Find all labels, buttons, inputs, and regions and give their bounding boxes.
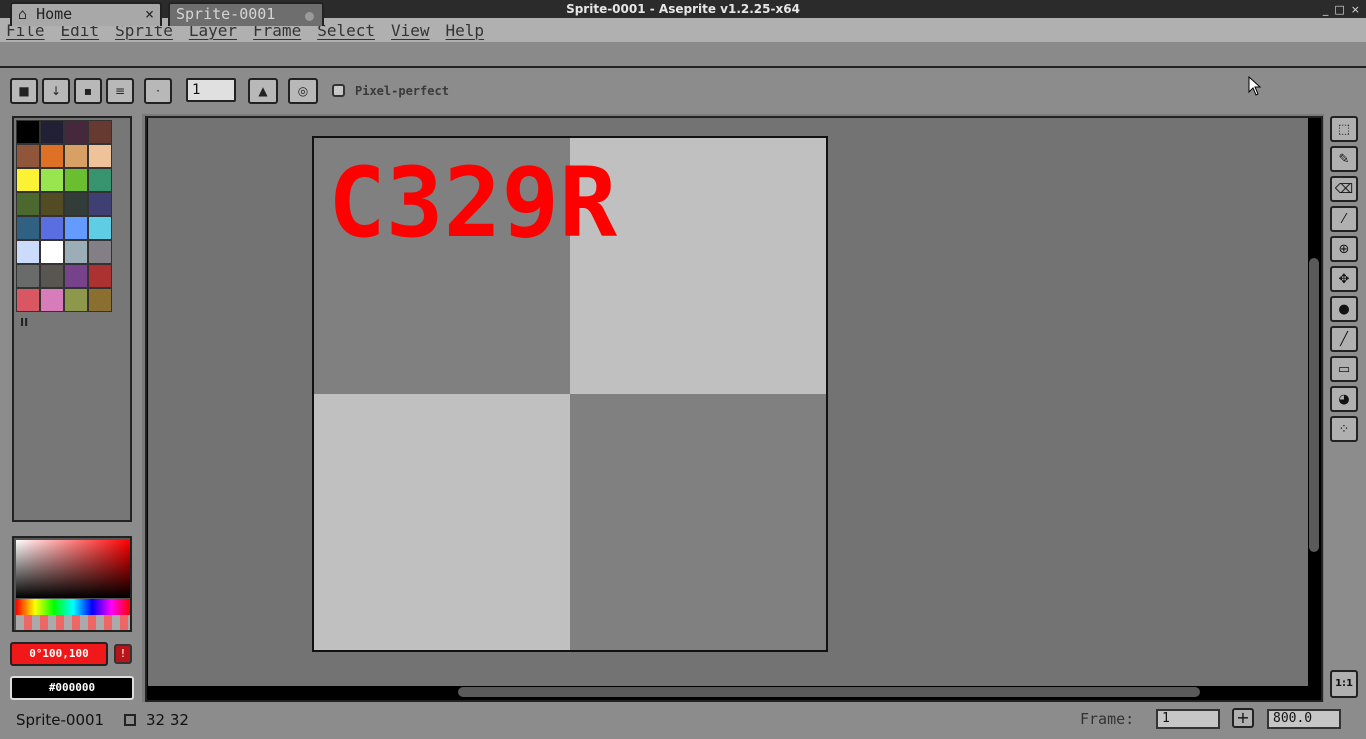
- palette-swatch[interactable]: [88, 288, 112, 312]
- palette-swatch[interactable]: [16, 168, 40, 192]
- pixel-perfect-checkbox[interactable]: [332, 84, 345, 97]
- palette-swatch[interactable]: [40, 216, 64, 240]
- palette-pause-icon[interactable]: II: [20, 316, 28, 329]
- paint-bucket-icon[interactable]: ●: [1330, 296, 1358, 322]
- marquee-icon[interactable]: ⬚: [1330, 116, 1358, 142]
- hue-slider[interactable]: [16, 599, 130, 615]
- zoom-icon[interactable]: ⊕: [1330, 236, 1358, 262]
- sprite-canvas[interactable]: C329R: [312, 136, 828, 652]
- zoom-input[interactable]: 800.0: [1267, 709, 1341, 729]
- maximize-button[interactable]: □: [1334, 3, 1344, 16]
- zoom-1-1-button[interactable]: 1:1: [1330, 670, 1358, 698]
- palette-swatch[interactable]: [40, 264, 64, 288]
- pressure-icon[interactable]: ◎: [288, 78, 318, 104]
- pencil-icon[interactable]: ✎: [1330, 146, 1358, 172]
- tab-sprite-label: Sprite-0001: [176, 5, 276, 23]
- dot-brush-icon[interactable]: ·: [144, 78, 172, 104]
- palette-swatch[interactable]: [40, 240, 64, 264]
- palette-swatch[interactable]: [40, 144, 64, 168]
- palette-swatch[interactable]: [40, 168, 64, 192]
- palette-swatch[interactable]: [16, 144, 40, 168]
- frame-label: Frame:: [1080, 710, 1135, 728]
- tab-sprite[interactable]: Sprite-0001: [168, 2, 324, 26]
- status-bar: Sprite-0001 32 32 Frame: 1 + 800.0: [0, 702, 1366, 739]
- brush-size-input[interactable]: 1: [186, 78, 236, 102]
- close-tab-icon[interactable]: ×: [145, 4, 154, 24]
- palette-swatch[interactable]: [16, 192, 40, 216]
- mouse-cursor-icon: [1248, 76, 1262, 96]
- menu-select[interactable]: Select: [317, 21, 375, 40]
- palette-swatch[interactable]: [64, 144, 88, 168]
- palette-swatch[interactable]: [16, 240, 40, 264]
- home-icon: ⌂: [18, 5, 28, 23]
- palette-swatch[interactable]: [64, 120, 88, 144]
- palette-swatch[interactable]: [64, 168, 88, 192]
- lines-icon[interactable]: ≡: [106, 78, 134, 104]
- ink-icon[interactable]: ▲: [248, 78, 278, 104]
- palette-swatch[interactable]: [64, 216, 88, 240]
- tab-bar: [0, 42, 1366, 68]
- add-frame-button[interactable]: +: [1232, 708, 1254, 728]
- palette-swatch[interactable]: [40, 288, 64, 312]
- minimize-button[interactable]: _: [1323, 3, 1329, 16]
- palette-swatch[interactable]: [64, 240, 88, 264]
- eraser-icon[interactable]: ⌫: [1330, 176, 1358, 202]
- tab-home[interactable]: ⌂ Home ×: [10, 2, 162, 26]
- alpha-slider[interactable]: [16, 615, 130, 630]
- palette-swatch[interactable]: [16, 120, 40, 144]
- window-title: Sprite-0001 - Aseprite v1.2.25-x64: [566, 2, 800, 16]
- tab-home-label: Home: [36, 5, 73, 23]
- status-sprite-name: Sprite-0001: [16, 711, 105, 729]
- palette-swatch[interactable]: [64, 264, 88, 288]
- palette-swatch[interactable]: [88, 144, 112, 168]
- contour-icon[interactable]: ◕: [1330, 386, 1358, 412]
- line-icon[interactable]: ╱: [1330, 326, 1358, 352]
- saturation-value-field[interactable]: [16, 540, 130, 598]
- menu-help[interactable]: Help: [446, 21, 485, 40]
- palette-swatch[interactable]: [88, 192, 112, 216]
- palette: [12, 116, 132, 522]
- foreground-color-button[interactable]: 0°100,100: [10, 642, 108, 666]
- palette-swatch[interactable]: [88, 120, 112, 144]
- palette-swatch[interactable]: [88, 264, 112, 288]
- pixel-text: C329R: [328, 147, 617, 259]
- window-controls: _ □ ×: [1323, 0, 1360, 18]
- warning-icon[interactable]: !: [114, 644, 132, 664]
- move-icon[interactable]: ✥: [1330, 266, 1358, 292]
- menu-view[interactable]: View: [391, 21, 430, 40]
- background-color-button[interactable]: #000000: [10, 676, 134, 700]
- palette-swatch[interactable]: [88, 216, 112, 240]
- palette-swatch[interactable]: [16, 216, 40, 240]
- spray-icon[interactable]: ⁘: [1330, 416, 1358, 442]
- palette-swatch[interactable]: [88, 240, 112, 264]
- modified-dot-icon[interactable]: [305, 12, 314, 21]
- eyedropper-icon[interactable]: ⁄: [1330, 206, 1358, 232]
- palette-swatch[interactable]: [16, 264, 40, 288]
- horizontal-scrollbar[interactable]: [458, 687, 1200, 697]
- pixel-art-layer: C329R: [328, 147, 617, 259]
- frame-input[interactable]: 1: [1156, 709, 1220, 729]
- palette-swatch[interactable]: [40, 192, 64, 216]
- lock-icon[interactable]: ■: [10, 78, 38, 104]
- palette-swatch[interactable]: [88, 168, 112, 192]
- rectangle-icon[interactable]: ▭: [1330, 356, 1358, 382]
- palette-swatch[interactable]: [40, 120, 64, 144]
- close-window-button[interactable]: ×: [1351, 3, 1360, 16]
- canvas-size-icon: [124, 714, 136, 726]
- palette-swatch[interactable]: [16, 288, 40, 312]
- arrow-down-icon[interactable]: ↓: [42, 78, 70, 104]
- palette-swatch[interactable]: [64, 192, 88, 216]
- color-picker: [12, 536, 132, 632]
- palette-swatch[interactable]: [64, 288, 88, 312]
- square-brush-icon[interactable]: ▪: [74, 78, 102, 104]
- pixel-perfect-label: Pixel-perfect: [355, 84, 449, 98]
- status-dimensions: 32 32: [146, 711, 189, 729]
- context-toolbar: ■ ↓ ▪ ≡ · 1 ▲ ◎ Pixel-perfect: [0, 68, 1366, 114]
- vertical-scrollbar[interactable]: [1309, 258, 1319, 552]
